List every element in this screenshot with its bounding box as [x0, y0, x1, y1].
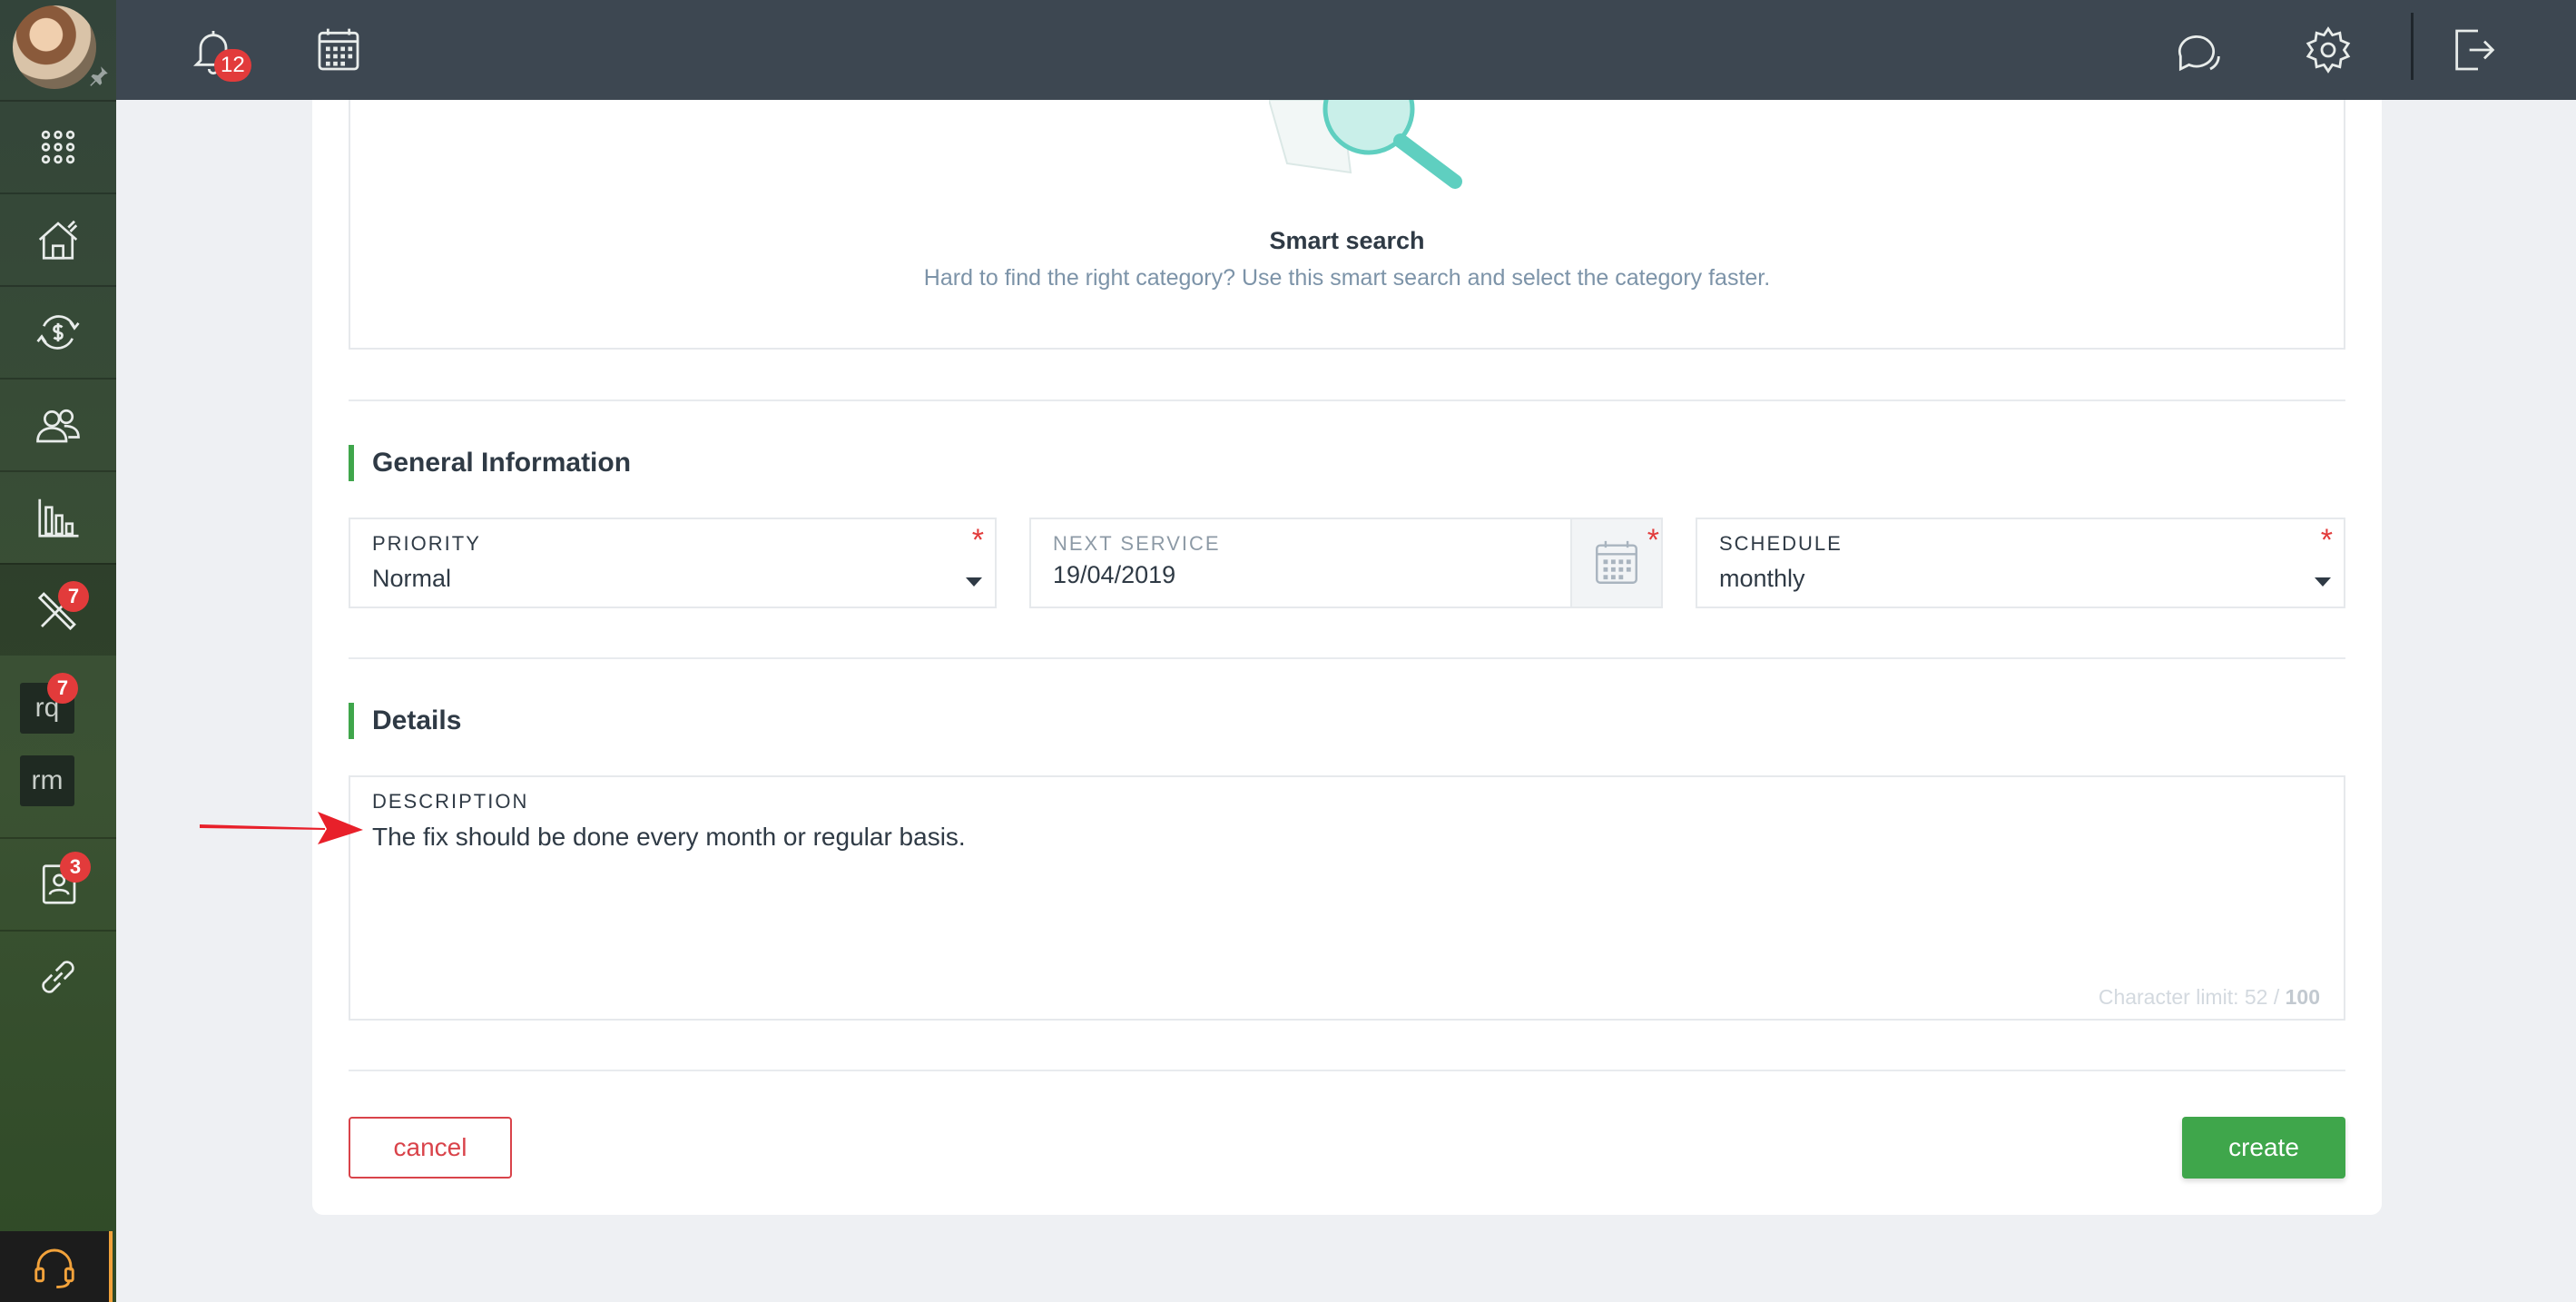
sidebar-item-properties[interactable] — [0, 192, 116, 285]
sidebar-item-contacts[interactable]: 3 — [0, 837, 116, 930]
notifications-badge: 12 — [214, 49, 251, 82]
contacts-badge: 3 — [60, 852, 91, 883]
calendar-button[interactable] — [307, 18, 370, 82]
schedule-label: SCHEDULE — [1719, 532, 1843, 555]
bar-chart-icon — [38, 498, 79, 538]
section-general-title: General Information — [349, 445, 631, 481]
required-mark: * — [1647, 523, 1659, 557]
priority-value: Normal — [372, 565, 452, 592]
schedule-value: monthly — [1719, 565, 1805, 592]
users-icon — [36, 409, 80, 443]
topbar-divider — [2411, 13, 2414, 80]
sidebar-item-finance[interactable] — [0, 285, 116, 378]
cancel-button[interactable]: cancel — [349, 1117, 512, 1179]
next-service-label: NEXT SERVICE — [1053, 532, 1221, 555]
description-label: DESCRIPTION — [372, 790, 529, 813]
sidebar-item-links[interactable] — [0, 930, 116, 1022]
character-limit: Character limit: 52 / 100 — [2098, 985, 2320, 1009]
sidebar: 7 rq 7 rm 3 — [0, 0, 116, 1302]
user-avatar[interactable] — [13, 5, 96, 89]
next-service-field: NEXT SERVICE 19/04/2019 * — [1029, 518, 1663, 608]
section-details-title: Details — [349, 703, 461, 739]
divider — [349, 399, 2345, 401]
form-card: Smart search Hard to find the right cate… — [312, 100, 2382, 1215]
support-button[interactable] — [0, 1231, 113, 1302]
description-text[interactable]: The fix should be done every month or re… — [372, 823, 966, 852]
annotation-arrow-icon — [200, 812, 363, 844]
gear-icon — [2306, 26, 2351, 74]
schedule-select[interactable]: SCHEDULE * monthly — [1696, 518, 2345, 608]
priority-label: PRIORITY — [372, 532, 481, 555]
required-mark: * — [971, 523, 984, 557]
smart-search-box[interactable]: Smart search Hard to find the right cate… — [349, 100, 2345, 350]
divider — [349, 1070, 2345, 1071]
chat-icon — [2178, 35, 2220, 72]
link-icon — [42, 961, 74, 993]
sidebar-item-people[interactable] — [0, 378, 116, 470]
smart-search-title: Smart search — [1269, 227, 1425, 254]
shortcut-rm[interactable]: rm — [20, 755, 74, 806]
sidebar-item-apps[interactable] — [0, 100, 116, 192]
calendar-icon — [1596, 540, 1637, 584]
top-bar: 12 — [116, 0, 2576, 100]
next-service-input[interactable]: 19/04/2019 — [1053, 561, 1175, 589]
house-icon — [38, 220, 78, 260]
apps-grid-icon — [41, 130, 75, 164]
required-mark: * — [2320, 523, 2333, 557]
sidebar-item-maintenance[interactable]: 7 — [0, 563, 116, 656]
calendar-icon — [318, 28, 359, 71]
logout-icon — [2455, 29, 2495, 71]
magnifier-illustration-icon — [1269, 100, 1462, 189]
sidebar-item-reports[interactable] — [0, 470, 116, 563]
chevron-down-icon — [2315, 577, 2331, 587]
divider — [349, 657, 2345, 659]
pin-icon[interactable] — [87, 64, 111, 87]
description-field[interactable]: DESCRIPTION The fix should be done every… — [349, 775, 2345, 1021]
smart-search-subtitle: Hard to find the right category? Use thi… — [923, 265, 1771, 291]
logout-button[interactable] — [2440, 18, 2503, 82]
messages-button[interactable] — [2166, 18, 2229, 82]
create-button[interactable]: create — [2182, 1117, 2345, 1179]
priority-select[interactable]: PRIORITY * Normal — [349, 518, 997, 608]
chevron-down-icon — [966, 577, 982, 587]
rq-badge: 7 — [47, 673, 78, 704]
settings-button[interactable] — [2296, 18, 2360, 82]
maintenance-badge: 7 — [58, 581, 89, 612]
headset-icon — [34, 1248, 74, 1288]
currency-cycle-icon — [36, 315, 80, 350]
